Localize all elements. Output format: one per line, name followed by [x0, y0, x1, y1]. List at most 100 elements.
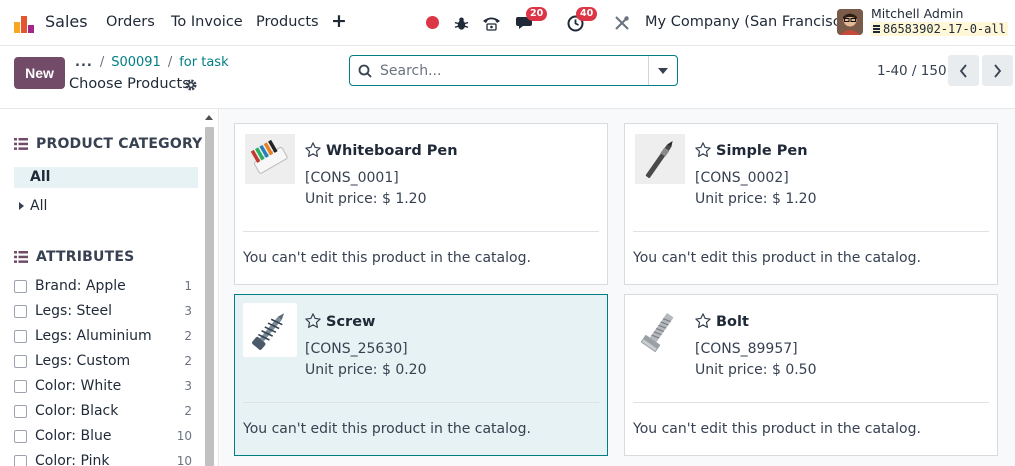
product-image	[633, 303, 687, 357]
scroll-up-arrow[interactable]	[205, 115, 213, 120]
record-dot-icon[interactable]	[426, 16, 439, 29]
product-price: Unit price: $ 0.50	[695, 362, 817, 378]
checkbox[interactable]	[14, 454, 27, 466]
breadcrumb-s00091[interactable]: S00091	[111, 55, 161, 70]
attribute-label: Legs: Aluminium	[35, 328, 152, 344]
attribute-filter[interactable]: Color: Black 2	[14, 401, 192, 421]
product-price: Unit price: $ 1.20	[305, 191, 427, 207]
database-name: 86583902-17-0-all	[871, 22, 1008, 36]
attribute-filter[interactable]: Legs: Custom 2	[14, 351, 192, 371]
phone-icon[interactable]	[481, 14, 501, 32]
product-code: [CONS_89957]	[695, 341, 798, 357]
attribute-filter[interactable]: Color: White 3	[14, 376, 192, 396]
list-icon	[14, 251, 28, 263]
attribute-count: 2	[184, 404, 192, 418]
checkbox[interactable]	[14, 304, 27, 318]
attribute-filter[interactable]: Legs: Steel 3	[14, 301, 192, 321]
product-code: [CONS_0002]	[695, 170, 789, 186]
attribute-count: 10	[176, 454, 192, 466]
new-button[interactable]: New	[14, 57, 65, 89]
catalog-note: You can't edit this product in the catal…	[633, 250, 921, 266]
pager-next-button[interactable]	[982, 55, 1013, 86]
category-all-item[interactable]: All	[19, 198, 47, 214]
catalog-note: You can't edit this product in the catal…	[243, 250, 531, 266]
checkbox[interactable]	[14, 404, 27, 418]
checkbox[interactable]	[14, 279, 27, 293]
checkbox[interactable]	[14, 329, 27, 343]
product-category-label: PRODUCT CATEGORY	[36, 136, 203, 152]
product-price: Unit price: $ 1.20	[695, 191, 817, 207]
bug-icon[interactable]	[453, 14, 469, 32]
clock-icon[interactable]: 40	[565, 7, 598, 32]
checkbox[interactable]	[14, 354, 27, 368]
card-divider	[243, 231, 599, 232]
attribute-filter[interactable]: Color: Blue 10	[14, 426, 192, 446]
attribute-filter[interactable]: Legs: Aluminium 2	[14, 326, 192, 346]
chat-icon[interactable]: 20	[515, 7, 548, 32]
card-divider	[633, 231, 989, 232]
product-name: Screw	[326, 314, 376, 330]
product-code: [CONS_25630]	[305, 341, 408, 357]
search-input[interactable]	[380, 56, 648, 85]
star-icon[interactable]	[304, 312, 322, 330]
attribute-filter[interactable]: Brand: Apple 1	[14, 276, 192, 296]
product-name: Bolt	[716, 314, 749, 330]
attribute-count: 2	[184, 354, 192, 368]
attribute-label: Color: Pink	[35, 453, 110, 466]
product-image	[243, 132, 297, 186]
chevron-left-icon	[959, 63, 967, 78]
catalog-note: You can't edit this product in the catal…	[633, 421, 921, 437]
attribute-count: 3	[184, 304, 192, 318]
chevron-down-icon[interactable]	[648, 56, 677, 85]
database-icon	[873, 25, 880, 34]
star-icon[interactable]	[694, 312, 712, 330]
product-card[interactable]: Bolt [CONS_89957] Unit price: $ 0.50 You…	[624, 294, 998, 456]
sidebar-scrollbar[interactable]	[205, 127, 214, 466]
menu-products[interactable]: Products	[256, 14, 319, 30]
gear-icon[interactable]	[184, 78, 198, 92]
attribute-label: Color: White	[35, 378, 122, 394]
checkbox[interactable]	[14, 429, 27, 443]
menu-to-invoice[interactable]: To Invoice	[171, 14, 243, 30]
breadcrumb: ... / S00091 / for task	[75, 55, 229, 70]
activity-badge: 40	[576, 7, 598, 21]
breadcrumb-more[interactable]: ...	[75, 55, 93, 70]
search-icon[interactable]	[350, 56, 380, 85]
company-switcher[interactable]: My Company (San Francisco)	[645, 14, 855, 30]
attributes-heading: ATTRIBUTES	[14, 249, 134, 265]
star-icon[interactable]	[304, 141, 322, 159]
checkbox[interactable]	[14, 379, 27, 393]
menu-orders[interactable]: Orders	[106, 14, 155, 30]
attribute-count: 2	[184, 329, 192, 343]
pager-value[interactable]: 1-40 / 150	[877, 63, 947, 79]
pager-previous-button[interactable]	[948, 55, 979, 86]
attribute-label: Legs: Custom	[35, 353, 131, 369]
chevron-right-icon	[994, 63, 1002, 78]
sales-app-icon[interactable]	[13, 12, 35, 34]
product-card[interactable]: Whiteboard Pen [CONS_0001] Unit price: $…	[234, 123, 608, 285]
tools-icon[interactable]	[613, 14, 631, 32]
search-bar	[349, 55, 678, 86]
product-kanban: Whiteboard Pen [CONS_0001] Unit price: $…	[220, 109, 1015, 466]
product-card[interactable]: Screw [CONS_25630] Unit price: $ 0.20 Yo…	[234, 294, 608, 456]
star-icon[interactable]	[694, 141, 712, 159]
attribute-label: Color: Blue	[35, 428, 112, 444]
product-category-heading: PRODUCT CATEGORY	[14, 136, 203, 152]
product-price: Unit price: $ 0.20	[305, 362, 427, 378]
breadcrumb-separator: /	[167, 55, 173, 70]
attribute-filter[interactable]: Color: Pink 10	[14, 451, 192, 466]
caret-right-icon[interactable]	[19, 202, 24, 210]
app-name[interactable]: Sales	[45, 12, 88, 31]
chat-badge: 20	[526, 7, 548, 21]
product-card[interactable]: Simple Pen [CONS_0002] Unit price: $ 1.2…	[624, 123, 998, 285]
user-name[interactable]: Mitchell Admin	[871, 6, 963, 21]
product-name: Simple Pen	[716, 143, 808, 159]
card-divider	[633, 402, 989, 403]
plus-icon[interactable]: +	[331, 10, 347, 32]
catalog-note: You can't edit this product in the catal…	[243, 421, 531, 437]
top-navbar: Sales Orders To Invoice Products + 20 40…	[0, 0, 1015, 46]
breadcrumb-for-task[interactable]: for task	[179, 55, 228, 70]
attribute-label: Legs: Steel	[35, 303, 113, 319]
category-all-active[interactable]: All	[14, 167, 198, 188]
avatar[interactable]	[837, 9, 863, 35]
